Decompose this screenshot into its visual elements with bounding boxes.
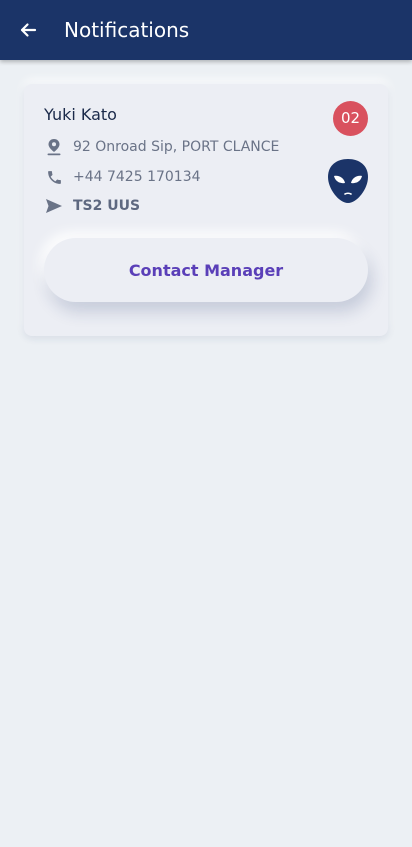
alien-icon	[328, 159, 368, 203]
address-text: 92 Onroad Sip, PORT CLANCE	[73, 139, 280, 155]
notification-card: Yuki Kato 02 92 Onroad Sip, PORT CLANCE …	[24, 84, 388, 336]
back-button[interactable]	[14, 16, 42, 44]
count-badge: 02	[333, 101, 368, 136]
page-title: Notifications	[64, 18, 190, 42]
phone-row[interactable]: +44 7425 170134	[44, 166, 201, 188]
phone-icon	[44, 167, 64, 187]
send-icon	[44, 196, 64, 216]
app-bar: Notifications	[0, 0, 412, 60]
code-row: TS2 UUS	[44, 195, 140, 217]
location-pin-icon	[44, 137, 64, 157]
code-text: TS2 UUS	[73, 198, 141, 214]
contact-name: Yuki Kato	[44, 105, 117, 124]
address-row: 92 Onroad Sip, PORT CLANCE	[44, 136, 279, 158]
arrow-left-icon	[20, 23, 37, 37]
contact-manager-button[interactable]: Contact Manager	[44, 238, 368, 302]
phone-text: +44 7425 170134	[73, 169, 201, 185]
